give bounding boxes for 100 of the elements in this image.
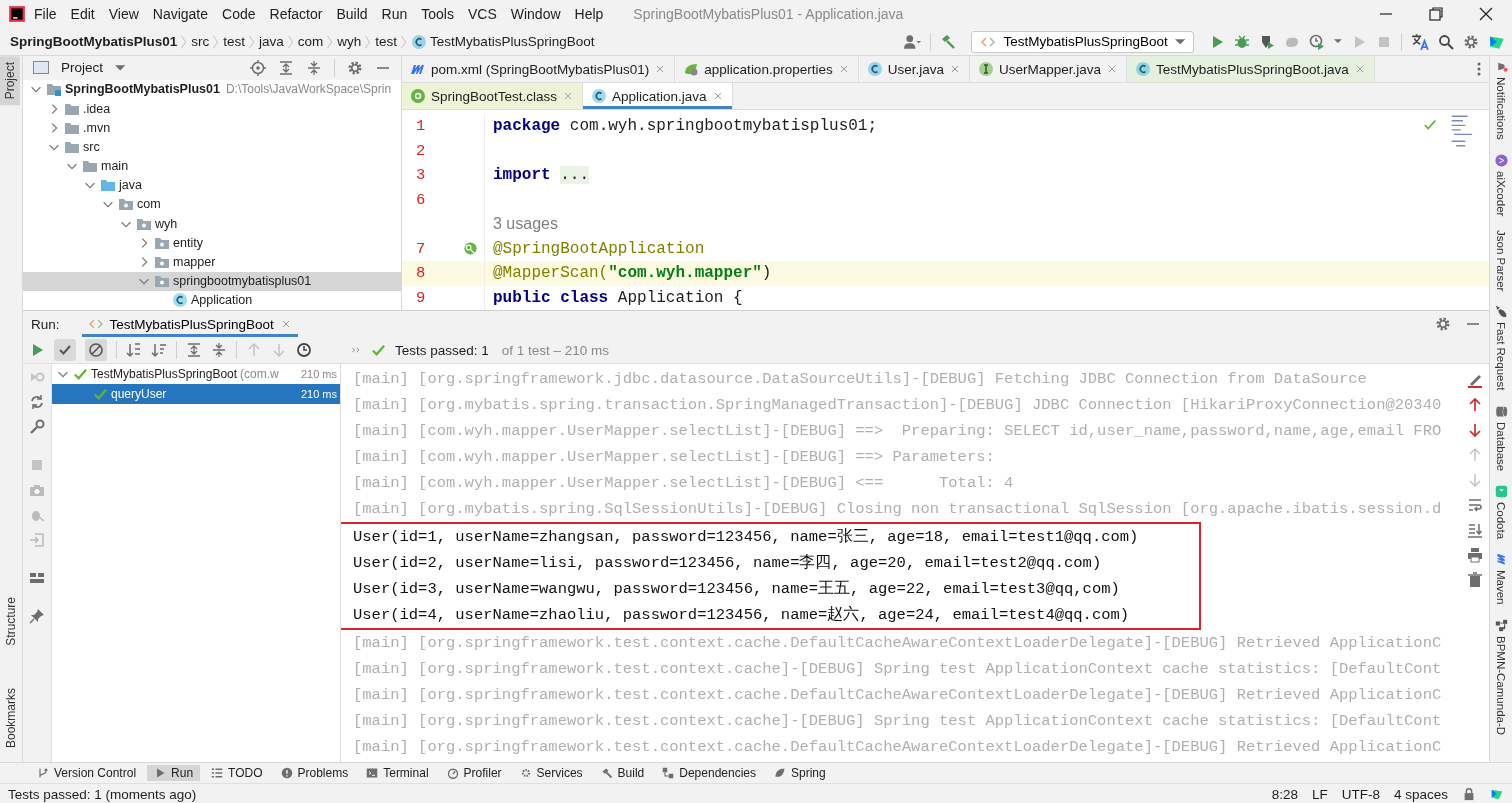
menu-item[interactable]: Refactor bbox=[263, 3, 329, 25]
breadcrumb[interactable]: wyh bbox=[337, 34, 362, 49]
tree-item[interactable]: mapper bbox=[23, 252, 401, 272]
settings-icon[interactable] bbox=[1463, 33, 1479, 50]
scroll-end-icon[interactable] bbox=[1467, 522, 1483, 538]
side-tab[interactable]: Fast Request bbox=[1490, 301, 1512, 395]
side-tab[interactable]: Json Parser bbox=[1490, 226, 1512, 296]
side-tab[interactable]: Notifications bbox=[1490, 56, 1512, 144]
breadcrumb[interactable]: test bbox=[223, 34, 246, 49]
breadcrumb[interactable]: com bbox=[297, 34, 324, 49]
sort-icon[interactable] bbox=[126, 342, 142, 358]
menu-item[interactable]: View bbox=[102, 3, 145, 25]
layout-icon[interactable] bbox=[29, 570, 45, 586]
collapse-all-icon[interactable] bbox=[211, 342, 227, 358]
test-item[interactable]: queryUser 210 ms bbox=[52, 384, 340, 404]
clock-play-icon[interactable] bbox=[1309, 33, 1326, 50]
camera-icon[interactable] bbox=[29, 482, 45, 498]
tree-item[interactable]: SpringBootMybatisPlus01 D:\Tools\JavaWorkSpace\Sprin bbox=[23, 79, 401, 99]
panel-title[interactable]: Project bbox=[61, 60, 104, 76]
run-config-dropdown[interactable]: TestMybatisPlusSpringBoot bbox=[971, 30, 1195, 53]
expand-all-icon[interactable] bbox=[186, 342, 202, 358]
pencil-icon[interactable] bbox=[1467, 372, 1483, 388]
lock-icon[interactable] bbox=[1462, 787, 1476, 801]
menu-item[interactable]: Build bbox=[330, 3, 374, 25]
tree-item[interactable]: wyh bbox=[23, 214, 401, 234]
breadcrumb[interactable]: java bbox=[259, 34, 284, 49]
editor-tab[interactable]: SpringBootTest.class bbox=[402, 83, 584, 109]
collapse-all-icon[interactable] bbox=[306, 59, 322, 76]
translate-icon[interactable] bbox=[1411, 32, 1429, 51]
tree-item[interactable]: com bbox=[23, 194, 401, 215]
editor-tab[interactable]: TestMybatisPlusSpringBoot.java bbox=[1127, 56, 1375, 82]
editor-tab[interactable]: Application.java bbox=[583, 83, 733, 109]
caret-icon[interactable] bbox=[1334, 39, 1342, 44]
coverage-icon[interactable] bbox=[1259, 33, 1276, 50]
settings-icon[interactable] bbox=[1435, 316, 1451, 332]
side-tab[interactable]: BPMN-Camunda-D bbox=[1490, 614, 1512, 739]
menu-item[interactable]: Tools bbox=[415, 3, 460, 25]
tool-window-button[interactable]: Problems bbox=[273, 765, 356, 781]
side-tab[interactable]: Codota bbox=[1490, 481, 1512, 544]
search-icon[interactable] bbox=[1438, 33, 1454, 50]
menu-item[interactable]: Help bbox=[568, 3, 610, 25]
close-icon[interactable] bbox=[1478, 6, 1494, 22]
status-item[interactable]: UTF-8 bbox=[1341, 786, 1380, 802]
menu-item[interactable]: VCS bbox=[461, 3, 503, 25]
arrow-up-icon[interactable] bbox=[1467, 397, 1483, 413]
tree-item[interactable]: .mvn bbox=[23, 118, 401, 138]
breadcrumb[interactable]: TestMybatisPlusSpringBoot bbox=[411, 33, 595, 50]
breadcrumb[interactable]: test bbox=[375, 34, 398, 49]
clock-icon[interactable] bbox=[296, 342, 312, 358]
toggle-icon[interactable] bbox=[29, 394, 45, 410]
sort-duration-icon[interactable] bbox=[151, 342, 167, 358]
pin-icon[interactable] bbox=[29, 608, 45, 624]
caret-icon[interactable] bbox=[115, 65, 126, 71]
test-item[interactable]: TestMybatisPlusSpringBoot (com.w 210 ms bbox=[52, 364, 340, 384]
status-item[interactable]: 4 spaces bbox=[1393, 786, 1448, 802]
editor-tab[interactable]: pom.xml (SpringBootMybatisPlus01) bbox=[402, 56, 676, 82]
tree-item[interactable]: src bbox=[23, 137, 401, 157]
restore-icon[interactable] bbox=[1428, 6, 1444, 22]
menu-item[interactable]: Window bbox=[504, 3, 567, 25]
tool-window-button[interactable]: Version Control bbox=[30, 765, 144, 781]
side-tab[interactable]: Database bbox=[1490, 400, 1512, 476]
tree-item[interactable]: entity bbox=[23, 233, 401, 253]
hammer-icon[interactable] bbox=[940, 33, 957, 50]
tool-window-button[interactable]: Profiler bbox=[439, 765, 509, 781]
side-tab[interactable]: aiXcoder bbox=[1490, 149, 1512, 221]
wrap-icon[interactable] bbox=[1467, 497, 1483, 513]
tool-window-button[interactable]: Build bbox=[593, 765, 652, 781]
tool-window-button[interactable]: Dependencies bbox=[655, 765, 763, 781]
tool-window-button[interactable]: TODO bbox=[204, 765, 270, 781]
expand-all-icon[interactable] bbox=[278, 59, 294, 76]
wrench-icon[interactable] bbox=[29, 419, 45, 435]
menu-item[interactable]: Run bbox=[375, 3, 414, 25]
menu-item[interactable]: Navigate bbox=[146, 3, 215, 25]
menu-item[interactable]: Code bbox=[216, 3, 262, 25]
locate-icon[interactable] bbox=[250, 59, 266, 76]
bean-icon[interactable] bbox=[462, 241, 478, 257]
tool-window-button[interactable]: Spring bbox=[767, 765, 833, 781]
side-tab[interactable]: Bookmarks bbox=[0, 681, 22, 754]
status-item[interactable]: LF bbox=[1311, 786, 1328, 802]
plugin-logo-icon[interactable] bbox=[1490, 787, 1504, 801]
tool-window-button[interactable]: Services bbox=[512, 765, 590, 781]
settings-icon[interactable] bbox=[347, 59, 363, 76]
menu-item[interactable]: File bbox=[28, 3, 63, 25]
tree-item[interactable]: .idea bbox=[23, 98, 401, 119]
tree-item[interactable]: Application bbox=[23, 290, 401, 310]
breadcrumb[interactable]: SpringBootMybatisPlus01 bbox=[10, 34, 178, 49]
side-tab[interactable]: Structure bbox=[0, 591, 22, 652]
printer-icon[interactable] bbox=[1467, 547, 1483, 563]
tool-window-button[interactable]: Terminal bbox=[359, 765, 436, 781]
trash-icon[interactable] bbox=[1467, 572, 1483, 588]
arrow-down-icon[interactable] bbox=[1467, 422, 1483, 438]
side-tab[interactable]: Project bbox=[0, 56, 20, 106]
side-tab[interactable]: Maven bbox=[1490, 549, 1512, 609]
tree-item[interactable]: java bbox=[23, 175, 401, 195]
editor-tab[interactable]: application.properties bbox=[675, 56, 859, 82]
editor-tab[interactable]: User.java bbox=[858, 56, 970, 82]
run-tab[interactable]: TestMybatisPlusSpringBoot bbox=[81, 311, 298, 337]
status-item[interactable]: 8:28 bbox=[1271, 786, 1298, 802]
tree-item[interactable]: springbootmybatisplus01 bbox=[23, 271, 401, 291]
check-icon[interactable] bbox=[1423, 118, 1437, 132]
